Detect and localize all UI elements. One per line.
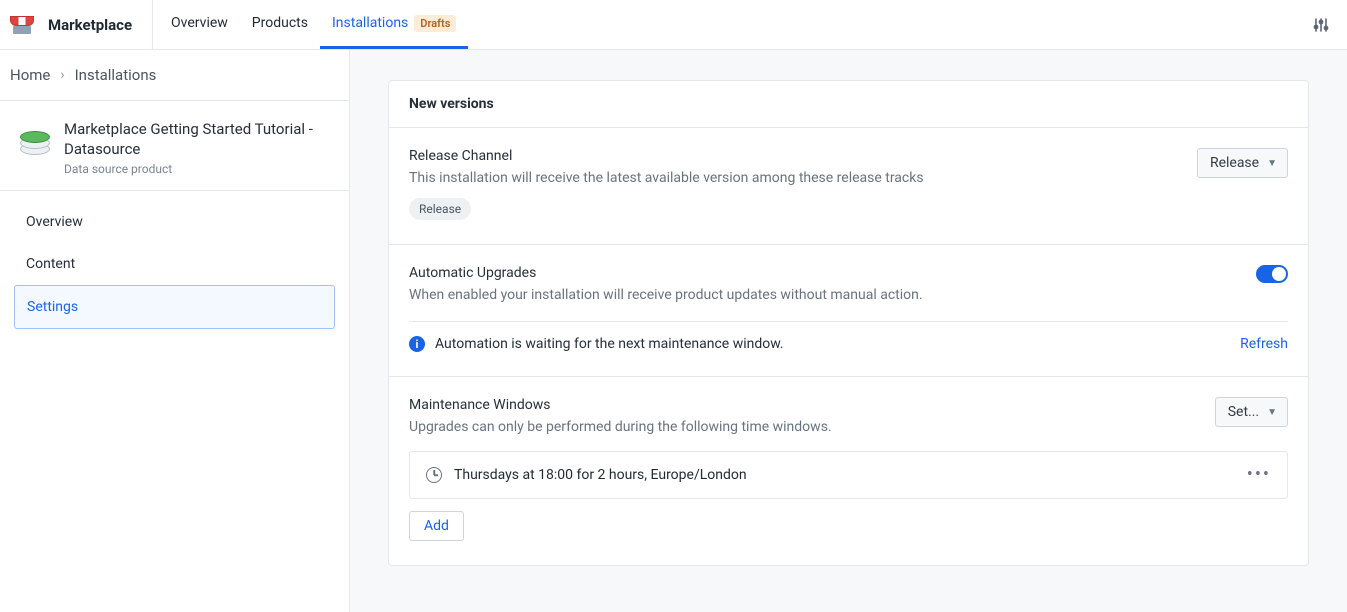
auto-upgrades-desc: When enabled your installation will rece…: [409, 287, 923, 303]
maintenance-title: Maintenance Windows: [409, 397, 832, 413]
release-chip: Release: [409, 198, 471, 220]
drafts-badge: Drafts: [414, 15, 456, 32]
brand-name: Marketplace: [48, 16, 132, 34]
info-icon: i: [409, 336, 425, 352]
release-channel-desc: This installation will receive the lates…: [409, 170, 924, 186]
tab-products[interactable]: Products: [240, 0, 320, 49]
new-versions-card: New versions Release Channel This instal…: [388, 80, 1309, 566]
tab-overview-label: Overview: [171, 15, 228, 31]
breadcrumb: Home › Installations: [0, 50, 349, 101]
sidenav-overview[interactable]: Overview: [14, 201, 335, 243]
release-channel-section: Release Channel This installation will r…: [389, 128, 1308, 245]
set-maintenance-dropdown[interactable]: Set... ▼: [1215, 397, 1288, 427]
card-title: New versions: [389, 81, 1308, 128]
sidebar: Home › Installations Marketplace Getting…: [0, 50, 350, 612]
sidenav-settings[interactable]: Settings: [14, 285, 335, 329]
caret-down-icon: ▼: [1267, 158, 1277, 169]
add-window-button[interactable]: Add: [409, 511, 464, 541]
maintenance-window-text: Thursdays at 18:00 for 2 hours, Europe/L…: [454, 467, 747, 483]
caret-down-icon: ▼: [1267, 407, 1277, 418]
chevron-right-icon: ›: [60, 67, 64, 83]
release-dropdown-label: Release: [1210, 155, 1259, 171]
maintenance-windows-section: Maintenance Windows Upgrades can only be…: [389, 377, 1308, 565]
marketplace-icon: [10, 16, 34, 34]
automation-status-row: i Automation is waiting for the next mai…: [409, 336, 1288, 352]
main-tabs: Overview Products Installations Drafts: [153, 0, 468, 49]
sidenav-content[interactable]: Content: [14, 243, 335, 285]
refresh-link[interactable]: Refresh: [1240, 336, 1288, 352]
set-maintenance-label: Set...: [1228, 404, 1259, 420]
release-dropdown[interactable]: Release ▼: [1197, 148, 1288, 178]
maintenance-window-row: Thursdays at 18:00 for 2 hours, Europe/L…: [409, 451, 1288, 499]
tab-installations-label: Installations: [332, 15, 408, 31]
maintenance-desc: Upgrades can only be performed during th…: [409, 419, 832, 435]
release-channel-title: Release Channel: [409, 148, 924, 164]
auto-upgrades-title: Automatic Upgrades: [409, 265, 923, 281]
top-nav: Marketplace Overview Products Installati…: [0, 0, 1347, 50]
settings-sliders-icon[interactable]: [1313, 17, 1329, 33]
product-header: Marketplace Getting Started Tutorial - D…: [0, 101, 349, 191]
main-content: New versions Release Channel This instal…: [350, 50, 1347, 612]
clock-icon: [426, 467, 442, 483]
tab-overview[interactable]: Overview: [159, 0, 240, 49]
tab-installations[interactable]: Installations Drafts: [320, 0, 468, 49]
product-title: Marketplace Getting Started Tutorial - D…: [64, 119, 333, 160]
more-actions-icon[interactable]: •••: [1247, 466, 1271, 484]
automatic-upgrades-section: Automatic Upgrades When enabled your ins…: [389, 245, 1308, 377]
auto-upgrades-toggle[interactable]: [1256, 265, 1288, 283]
side-nav: Overview Content Settings: [0, 191, 349, 339]
automation-status-text: Automation is waiting for the next maint…: [435, 336, 784, 352]
toggle-knob: [1272, 267, 1286, 281]
divider: [409, 321, 1288, 322]
breadcrumb-current[interactable]: Installations: [75, 66, 157, 84]
product-subtitle: Data source product: [64, 162, 333, 176]
brand[interactable]: Marketplace: [0, 0, 153, 49]
tab-products-label: Products: [252, 15, 308, 31]
datasource-icon: [18, 121, 52, 155]
breadcrumb-home[interactable]: Home: [10, 66, 50, 84]
